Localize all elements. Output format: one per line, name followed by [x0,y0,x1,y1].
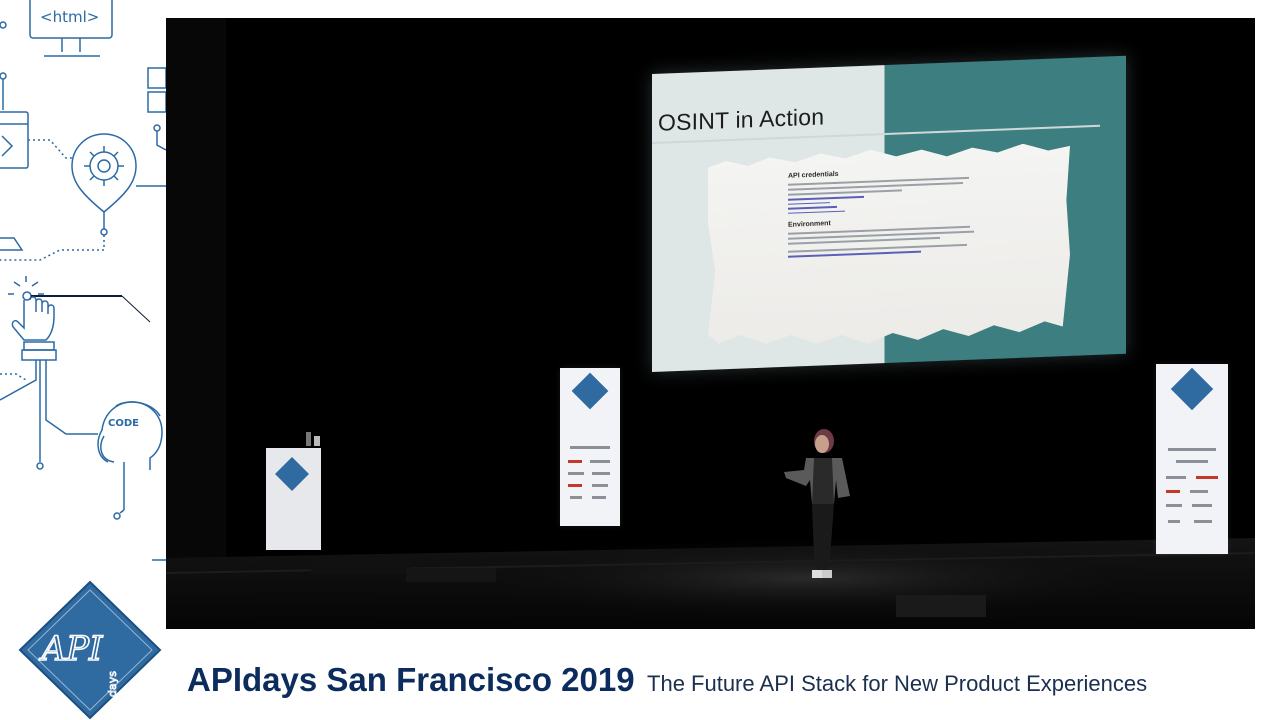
event-title: APIdays San Francisco 2019 [187,661,635,698]
terminal-window-icon [0,111,29,169]
roll-up-banner-center [560,368,620,526]
apidays-logo-icon [571,372,609,410]
roll-up-banner-right [1156,364,1228,554]
logo-days-text: days [106,671,119,697]
logo-api-text: API [39,629,103,669]
apidays-logo-icon [1170,367,1214,411]
lectern [266,448,321,550]
footer-caption: APIdays San Francisco 2019 The Future AP… [187,657,1147,710]
stage-video: OSINT in Action API credentials Environm… [166,18,1255,629]
pointer-hand-icon [8,276,151,361]
projection-screen: OSINT in Action API credentials Environm… [652,55,1126,372]
apidays-logo: API days [18,580,162,720]
video-frame: <html> CODE OSINT in Action API credenti… [0,0,1280,720]
tech-illustration: <html> CODE [0,0,166,561]
event-subtitle: The Future API Stack for New Product Exp… [647,671,1148,696]
slide-title: OSINT in Action [658,103,825,136]
gear-pin-icon [71,133,137,213]
code-label: CODE [108,418,139,429]
torn-paper-graphic: API credentials Environment [708,142,1070,350]
stage-monitor-equipment [311,558,411,574]
html-tag-label: <html> [40,8,99,26]
apidays-logo-icon [275,457,309,491]
